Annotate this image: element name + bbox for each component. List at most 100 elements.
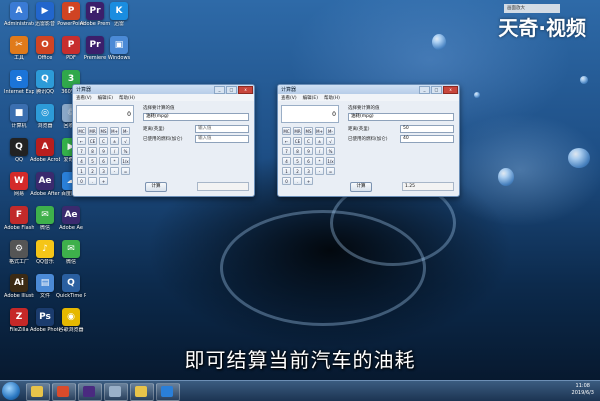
calc-key[interactable]: M- — [121, 127, 130, 135]
calc-key[interactable]: M- — [326, 127, 335, 135]
distance-input[interactable]: 输入值 — [195, 125, 249, 133]
calc-key[interactable]: * — [110, 157, 119, 165]
fuel-input[interactable]: 输入值 — [195, 135, 249, 143]
calc-key[interactable]: % — [326, 147, 335, 155]
calc-key[interactable]: 8 — [293, 147, 302, 155]
desktop-icon[interactable]: ◉ 谷歌浏览器 — [56, 308, 86, 333]
calc-key[interactable]: 4 — [282, 157, 291, 165]
minimize-button[interactable]: _ — [214, 86, 225, 94]
calc-key[interactable]: ← — [282, 137, 291, 145]
system-clock[interactable]: 11:08 2019/6/3 — [572, 383, 594, 397]
app-icon: Pr — [86, 36, 104, 54]
calc-key[interactable]: 4 — [77, 157, 86, 165]
calc-key[interactable]: 9 — [304, 147, 313, 155]
calculator-window-right[interactable]: 计算器 _ □ x 查看(V) 编辑(E) 帮助(H) 0 MC MR MS M+ M- ← C… — [277, 84, 460, 197]
desktop-icon[interactable]: QQuickTime Player — [56, 274, 86, 299]
clock-time: 11:08 — [575, 383, 590, 389]
calc-key[interactable]: MS — [99, 127, 108, 135]
calc-key[interactable]: √ — [326, 137, 335, 145]
calc-key[interactable]: CE — [293, 137, 302, 145]
distance-input[interactable]: 50 — [400, 125, 454, 133]
calc-key[interactable]: 7 — [77, 147, 86, 155]
calculate-button[interactable]: 计算 — [145, 182, 167, 192]
calc-key[interactable]: 9 — [99, 147, 108, 155]
calculation-type-select[interactable]: 油耗(mpg) — [143, 113, 249, 121]
close-button[interactable]: x — [238, 86, 253, 94]
calc-key[interactable]: * — [315, 157, 324, 165]
minimize-button[interactable]: _ — [419, 86, 430, 94]
app-icon: K — [110, 2, 128, 20]
calc-key[interactable]: . — [293, 177, 302, 185]
calc-key[interactable]: 7 — [282, 147, 291, 155]
calc-key[interactable]: 1/x — [121, 157, 130, 165]
maximize-button[interactable]: □ — [226, 86, 237, 94]
calc-key[interactable]: ← — [77, 137, 86, 145]
start-button[interactable] — [2, 382, 20, 400]
menu-edit[interactable]: 编辑(E) — [303, 95, 318, 101]
calc-key[interactable]: ± — [110, 137, 119, 145]
desktop-icon[interactable]: ✉ 微信 — [56, 240, 86, 265]
fuel-input[interactable]: 40 — [400, 135, 454, 143]
calc-key[interactable]: C — [304, 137, 313, 145]
taskbar-item-premiere[interactable] — [78, 383, 102, 401]
menu-help[interactable]: 帮助(H) — [119, 95, 135, 101]
calc-key[interactable]: √ — [121, 137, 130, 145]
calc-key[interactable]: CE — [88, 137, 97, 145]
taskbar-item-explorer[interactable] — [26, 383, 50, 401]
menu-help[interactable]: 帮助(H) — [324, 95, 340, 101]
calc-key[interactable]: . — [88, 177, 97, 185]
calc-key[interactable]: 1 — [282, 167, 291, 175]
calculator-window-left[interactable]: 计算器 _ □ x 查看(V) 编辑(E) 帮助(H) 0 MC MR MS M+ M- ← C… — [72, 84, 255, 197]
calc-key[interactable]: MR — [293, 127, 302, 135]
title-bar[interactable]: 计算器 _ □ x — [278, 85, 459, 94]
taskbar-item-browser[interactable] — [156, 383, 180, 401]
close-button[interactable]: x — [443, 86, 458, 94]
desktop-icon[interactable]: K 迅雷 — [104, 2, 134, 27]
calc-key[interactable]: MS — [304, 127, 313, 135]
menu-edit[interactable]: 编辑(E) — [98, 95, 113, 101]
desktop-icon-label: QQ — [15, 157, 23, 163]
calc-key[interactable]: ± — [315, 137, 324, 145]
taskbar-item-folder[interactable] — [130, 383, 154, 401]
calc-key[interactable]: - — [110, 167, 119, 175]
calc-key[interactable]: 6 — [99, 157, 108, 165]
calc-key[interactable]: 5 — [293, 157, 302, 165]
calc-key[interactable]: = — [326, 167, 335, 175]
calc-key[interactable]: M+ — [110, 127, 119, 135]
menu-view[interactable]: 查看(V) — [281, 95, 297, 101]
calc-key[interactable]: 1 — [77, 167, 86, 175]
app-icon: ▣ — [110, 36, 128, 54]
calc-key[interactable]: / — [110, 147, 119, 155]
taskbar-item-calculator[interactable] — [104, 383, 128, 401]
taskbar-item-media-player[interactable] — [52, 383, 76, 401]
calc-key[interactable]: MC — [77, 127, 86, 135]
calc-key[interactable]: MC — [282, 127, 291, 135]
unit-panel-title: 选择要计算的值 — [348, 106, 380, 111]
calc-key[interactable]: 3 — [304, 167, 313, 175]
calc-key[interactable]: C — [99, 137, 108, 145]
calculate-button[interactable]: 计算 — [350, 182, 372, 192]
calc-key[interactable]: 5 — [88, 157, 97, 165]
calc-key[interactable]: 0 — [77, 177, 86, 185]
calc-key[interactable]: 8 — [88, 147, 97, 155]
calc-key[interactable]: 2 — [293, 167, 302, 175]
calc-key[interactable]: MR — [88, 127, 97, 135]
calc-key[interactable]: 3 — [99, 167, 108, 175]
calc-key[interactable]: M+ — [315, 127, 324, 135]
calculation-type-select[interactable]: 油耗(mpg) — [348, 113, 454, 121]
calc-key[interactable]: / — [315, 147, 324, 155]
desktop-icon[interactable]: Ae Adobe Ae — [56, 206, 86, 231]
calc-key[interactable]: - — [315, 167, 324, 175]
calc-key[interactable]: % — [121, 147, 130, 155]
calc-key[interactable]: 2 — [88, 167, 97, 175]
calc-key[interactable]: + — [304, 177, 313, 185]
menu-view[interactable]: 查看(V) — [76, 95, 92, 101]
calc-key[interactable]: 0 — [282, 177, 291, 185]
calc-key[interactable]: = — [121, 167, 130, 175]
calc-key[interactable]: + — [99, 177, 108, 185]
title-bar[interactable]: 计算器 _ □ x — [73, 85, 254, 94]
maximize-button[interactable]: □ — [431, 86, 442, 94]
calc-key[interactable]: 6 — [304, 157, 313, 165]
calc-key[interactable]: 1/x — [326, 157, 335, 165]
desktop-icon[interactable]: ▣ Windows — [104, 36, 134, 61]
